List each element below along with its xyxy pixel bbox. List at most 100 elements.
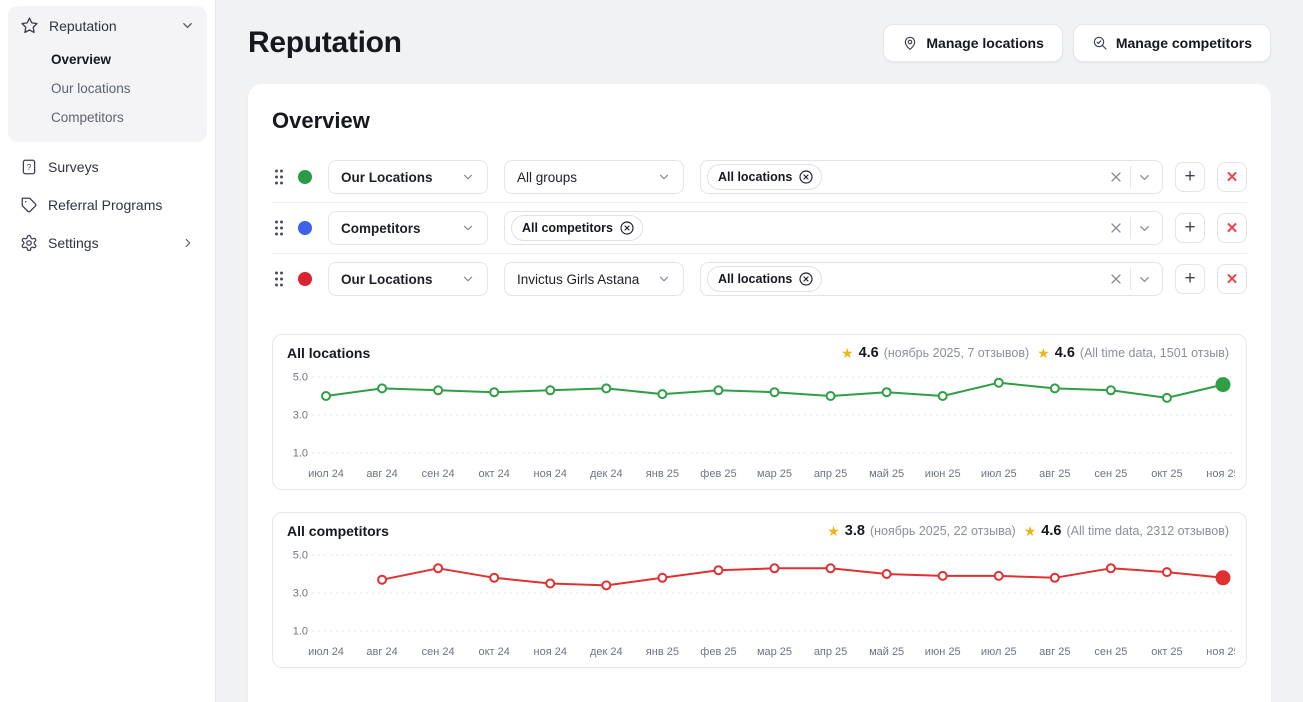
locations-multiselect[interactable]: All locations xyxy=(700,262,1163,296)
manage-competitors-button[interactable]: Manage competitors xyxy=(1073,24,1271,62)
data-point[interactable] xyxy=(995,379,1003,387)
clear-selection-icon[interactable] xyxy=(1108,220,1124,236)
selected-tag: All locations xyxy=(707,266,822,292)
data-point[interactable] xyxy=(1217,378,1230,391)
delete-filter-row-button[interactable]: ✕ xyxy=(1217,264,1247,294)
group-select[interactable]: All groups xyxy=(504,160,684,194)
data-point[interactable] xyxy=(939,572,947,580)
x-tick-label: апр 25 xyxy=(814,468,847,480)
y-tick-label: 3.0 xyxy=(293,588,308,600)
drag-handle-icon[interactable] xyxy=(272,269,286,289)
x-tick-label: июн 25 xyxy=(925,468,961,480)
select-value: All groups xyxy=(517,170,577,185)
delete-filter-row-button[interactable]: ✕ xyxy=(1217,213,1247,243)
tag-icon xyxy=(20,196,38,214)
data-point[interactable] xyxy=(1107,386,1115,394)
data-point[interactable] xyxy=(546,580,554,588)
locations-multiselect[interactable]: All locations xyxy=(700,160,1163,194)
manage-locations-button[interactable]: Manage locations xyxy=(883,24,1062,62)
page-title: Reputation xyxy=(248,26,402,60)
sidebar-item-competitors[interactable]: Competitors xyxy=(8,103,207,132)
data-point[interactable] xyxy=(883,388,891,396)
add-filter-row-button[interactable]: + xyxy=(1175,213,1205,243)
drag-handle-icon[interactable] xyxy=(272,218,286,238)
data-point[interactable] xyxy=(1107,564,1115,572)
file-question-icon: ? xyxy=(20,158,38,176)
x-tick-label: май 25 xyxy=(869,468,904,480)
sidebar-item-referral-programs[interactable]: Referral Programs xyxy=(8,186,207,224)
chevron-down-icon[interactable] xyxy=(1137,221,1152,236)
plus-icon: + xyxy=(1184,218,1195,237)
data-point[interactable] xyxy=(322,392,330,400)
add-filter-row-button[interactable]: + xyxy=(1175,264,1205,294)
x-tick-label: ноя 25 xyxy=(1206,646,1235,658)
source-select[interactable]: Competitors xyxy=(328,211,488,245)
svg-text:?: ? xyxy=(27,163,32,172)
x-tick-label: авг 24 xyxy=(366,646,397,658)
line-chart: 5.03.01.0июл 24авг 24сен 24окт 24ноя 24д… xyxy=(287,365,1235,483)
source-select[interactable]: Our Locations xyxy=(328,262,488,296)
y-tick-label: 1.0 xyxy=(293,626,308,638)
rating-note-month: (ноябрь 2025, 7 отзывов) xyxy=(884,346,1029,360)
data-point[interactable] xyxy=(490,574,498,582)
data-point[interactable] xyxy=(434,564,442,572)
data-point[interactable] xyxy=(490,388,498,396)
data-point[interactable] xyxy=(1163,394,1171,402)
data-point[interactable] xyxy=(1217,571,1230,584)
data-point[interactable] xyxy=(658,574,666,582)
delete-filter-row-button[interactable]: ✕ xyxy=(1217,162,1247,192)
data-point[interactable] xyxy=(602,384,610,392)
data-point[interactable] xyxy=(546,386,554,394)
multiselect-divider xyxy=(1130,166,1131,188)
remove-tag-icon[interactable] xyxy=(798,169,814,185)
chevron-down-icon[interactable] xyxy=(1137,170,1152,185)
selected-tag-label: All locations xyxy=(718,272,792,286)
remove-tag-icon[interactable] xyxy=(798,271,814,287)
data-point[interactable] xyxy=(939,392,947,400)
line-chart-all-locations: 5.03.01.0июл 24авг 24сен 24окт 24ноя 24д… xyxy=(287,365,1232,483)
sidebar-item-overview[interactable]: Overview xyxy=(8,45,207,74)
data-point[interactable] xyxy=(771,388,779,396)
clear-selection-icon[interactable] xyxy=(1108,271,1124,287)
sidebar-item-our-locations[interactable]: Our locations xyxy=(8,74,207,103)
data-point[interactable] xyxy=(771,564,779,572)
chart-header: All competitors ★ 3.8 (ноябрь 2025, 22 о… xyxy=(287,523,1232,539)
source-select[interactable]: Our Locations xyxy=(328,160,488,194)
data-point[interactable] xyxy=(995,572,1003,580)
data-point[interactable] xyxy=(378,576,386,584)
x-tick-label: апр 25 xyxy=(814,646,847,658)
y-tick-label: 5.0 xyxy=(293,550,308,562)
data-point[interactable] xyxy=(883,570,891,578)
sidebar-item-settings[interactable]: Settings xyxy=(8,224,207,262)
chart-ratings: ★ 4.6 (ноябрь 2025, 7 отзывов) ★ 4.6 (Al… xyxy=(841,345,1232,361)
filter-rows: Our Locations All groups All locations + ✕ Co… xyxy=(272,152,1247,304)
drag-handle-icon[interactable] xyxy=(272,167,286,187)
data-point[interactable] xyxy=(714,386,722,394)
chevron-down-icon[interactable] xyxy=(180,18,195,33)
remove-tag-icon[interactable] xyxy=(619,220,635,236)
chart-card-all-locations: All locations ★ 4.6 (ноябрь 2025, 7 отзы… xyxy=(272,334,1247,490)
add-filter-row-button[interactable]: + xyxy=(1175,162,1205,192)
data-point[interactable] xyxy=(378,384,386,392)
rating-note-alltime: (All time data, 2312 отзывов) xyxy=(1066,524,1229,538)
data-point[interactable] xyxy=(1051,384,1059,392)
sidebar-item-surveys[interactable]: ? Surveys xyxy=(8,148,207,186)
data-point[interactable] xyxy=(827,392,835,400)
x-tick-label: май 25 xyxy=(869,646,904,658)
data-point[interactable] xyxy=(827,564,835,572)
data-point[interactable] xyxy=(658,390,666,398)
chart-ratings: ★ 3.8 (ноябрь 2025, 22 отзыва) ★ 4.6 (Al… xyxy=(827,523,1232,539)
chevron-down-icon[interactable] xyxy=(1137,272,1152,287)
sidebar-item-reputation[interactable]: Reputation xyxy=(8,6,207,45)
data-point[interactable] xyxy=(434,386,442,394)
data-point[interactable] xyxy=(1163,568,1171,576)
x-tick-label: авг 25 xyxy=(1039,468,1070,480)
competitors-multiselect[interactable]: All competitors xyxy=(504,211,1163,245)
main-content: Reputation Manage locations Manage co xyxy=(216,0,1303,702)
data-point[interactable] xyxy=(714,566,722,574)
location-select[interactable]: Invictus Girls Astana xyxy=(504,262,684,296)
data-point[interactable] xyxy=(602,581,610,589)
clear-selection-icon[interactable] xyxy=(1108,169,1124,185)
data-point[interactable] xyxy=(1051,574,1059,582)
gear-icon xyxy=(20,234,38,252)
